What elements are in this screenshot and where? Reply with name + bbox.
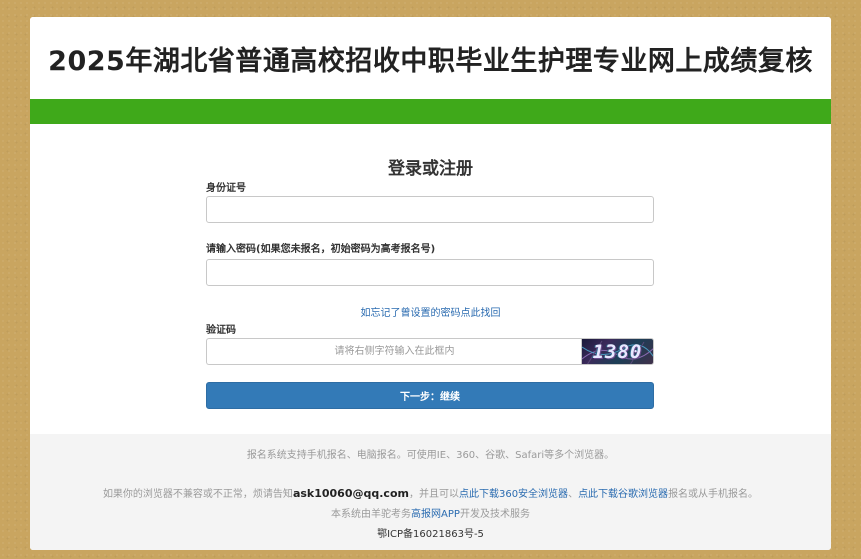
id-number-input[interactable] xyxy=(206,196,654,223)
footer-compat-prefix: 如果你的浏览器不兼容或不正常，烦请告知 xyxy=(102,489,293,500)
footer-compat-suffix: 报名或从手机报名。 xyxy=(668,489,759,500)
icp-record: 鄂ICP备16021863号-5 xyxy=(377,529,484,540)
password-label: 请输入密码(如果您未报名，初始密码为高考报名号) xyxy=(206,244,436,255)
page-header: 2025年湖北省普通高校招收中职毕业生护理专业网上成绩复核 xyxy=(30,17,831,99)
captcha-image[interactable]: 1380 xyxy=(581,338,654,365)
footer-browser-support: 报名系统支持手机报名、电脑报名。可使用IE、360、谷歌、Safari等多个浏览… xyxy=(246,450,615,461)
download-360-browser-link[interactable]: 点此下载360安全浏览器 xyxy=(459,489,568,500)
accent-bar xyxy=(30,99,831,124)
download-chrome-browser-link[interactable]: 点此下载谷歌浏览器 xyxy=(578,489,668,500)
main-card: 2025年湖北省普通高校招收中职毕业生护理专业网上成绩复核 登录或注册 身份证号… xyxy=(30,17,831,550)
captcha-label: 验证码 xyxy=(206,325,236,336)
footer-dev-suffix: 开发及技术服务 xyxy=(459,509,530,520)
login-form: 登录或注册 身份证号 请输入密码(如果您未报名，初始密码为高考报名号) 如忘记了… xyxy=(30,124,831,434)
captcha-text: 1380 xyxy=(592,340,643,363)
form-title: 登录或注册 xyxy=(388,159,473,179)
footer-compat-mid: ，并且可以 xyxy=(408,489,459,500)
footer-compat-note: 如果你的浏览器不兼容或不正常，烦请告知ask10060@qq.com，并且可以点… xyxy=(30,485,831,500)
forgot-password-link[interactable]: 如忘记了曾设置的密码点此找回 xyxy=(30,304,831,319)
contact-email: ask10060@qq.com xyxy=(292,487,409,500)
password-input[interactable] xyxy=(206,259,654,286)
id-number-label: 身份证号 xyxy=(206,183,246,194)
page-footer: 报名系统支持手机报名、电脑报名。可使用IE、360、谷歌、Safari等多个浏览… xyxy=(30,434,831,550)
captcha-input[interactable] xyxy=(206,338,582,365)
footer-developer-note: 本系统由羊驼考务高报网APP开发及技术服务 xyxy=(30,505,831,520)
gaobao-app-link[interactable]: 高报网APP xyxy=(411,509,460,520)
footer-separator: 、 xyxy=(568,489,579,500)
next-continue-button[interactable]: 下一步：继续 xyxy=(206,382,654,409)
footer-dev-prefix: 本系统由羊驼考务 xyxy=(331,509,412,520)
page-title: 2025年湖北省普通高校招收中职毕业生护理专业网上成绩复核 xyxy=(48,45,813,77)
